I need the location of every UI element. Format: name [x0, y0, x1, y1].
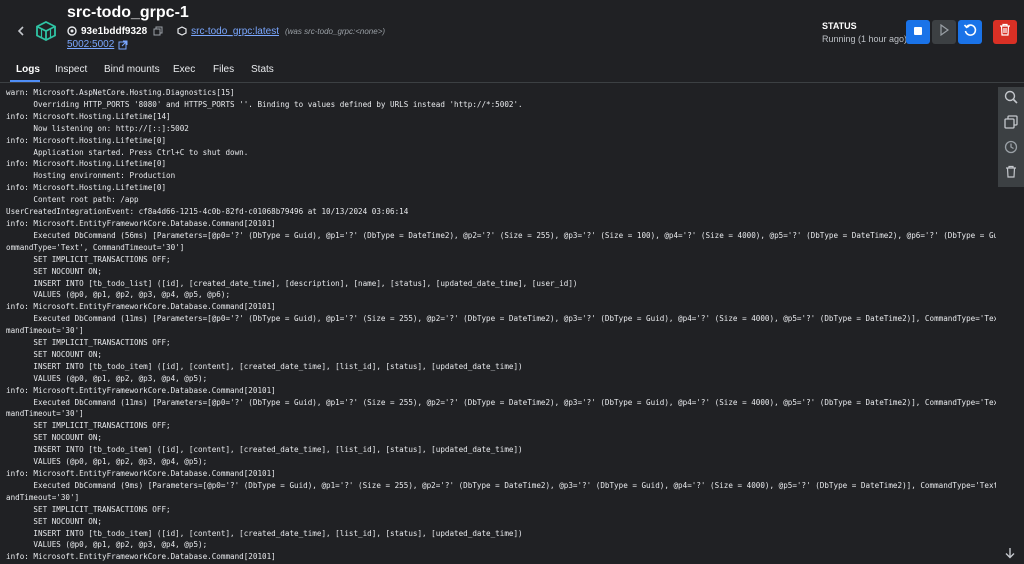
log-line: info: Microsoft.Hosting.Lifetime[0]	[6, 135, 167, 145]
external-link-icon[interactable]	[118, 40, 128, 50]
log-line: SET IMPLICIT_TRANSACTIONS OFF;	[6, 504, 171, 514]
log-line: warn: Microsoft.AspNetCore.Hosting.Diagn…	[6, 88, 235, 97]
log-line: mandTimeout='30']	[6, 409, 84, 419]
log-line: SET NOCOUNT ON;	[6, 433, 103, 443]
search-icon	[1004, 90, 1018, 109]
copy-logs-icon	[1004, 114, 1018, 134]
log-line: info: Microsoft.EntityFrameworkCore.Data…	[6, 218, 276, 228]
container-meta: 93e1bddf9328 src-todo_grpc:latest (was s…	[67, 24, 385, 38]
log-line: UserCreatedIntegrationEvent: cf8a4d66-12…	[6, 207, 409, 217]
log-line: VALUES (@p0, @p1, @p2, @p3, @p4, @p5);	[6, 373, 208, 383]
log-line: SET NOCOUNT ON;	[6, 266, 103, 276]
log-line: info: Microsoft.EntityFrameworkCore.Data…	[6, 469, 276, 478]
play-icon	[939, 23, 950, 41]
log-line: info: Microsoft.EntityFrameworkCore.Data…	[6, 552, 276, 562]
container-title: src-todo_grpc-1	[67, 4, 189, 21]
log-line: info: Microsoft.Hosting.Lifetime[0]	[6, 183, 167, 193]
image-link[interactable]: src-todo_grpc:latest	[191, 26, 279, 37]
stop-icon	[913, 23, 923, 41]
trash-icon	[999, 23, 1011, 41]
log-line: SET NOCOUNT ON;	[6, 349, 103, 359]
copy-icon[interactable]	[153, 26, 163, 36]
log-line: andTimeout='30']	[6, 492, 80, 502]
status-block: STATUS Running (1 hour ago)	[822, 21, 907, 44]
log-line: ommandType='Text', CommandTimeout='30']	[6, 242, 185, 252]
start-button[interactable]	[932, 20, 956, 44]
log-line: Content root path: /app	[6, 195, 139, 205]
log-line: Hosting environment: Production	[6, 171, 176, 181]
arrow-down-icon[interactable]	[1004, 546, 1016, 559]
log-line: info: Microsoft.Hosting.Lifetime[14]	[6, 111, 171, 121]
log-line: INSERT INTO [tb_todo_item] ([id], [conte…	[6, 445, 523, 455]
log-line: VALUES (@p0, @p1, @p2, @p3, @p4, @p5);	[6, 540, 208, 550]
status-label: STATUS	[822, 21, 857, 31]
log-line: SET IMPLICIT_TRANSACTIONS OFF;	[6, 338, 171, 348]
clock-icon	[1004, 140, 1018, 159]
tab-bind-mounts[interactable]: Bind mounts	[104, 64, 160, 75]
log-line: mandTimeout='30']	[6, 326, 84, 336]
log-line: INSERT INTO [tb_todo_item] ([id], [conte…	[6, 528, 523, 538]
stop-button[interactable]	[906, 20, 930, 44]
log-line: Executed DbCommand (11ms) [Parameters=[@…	[6, 397, 996, 407]
log-toolbar	[998, 87, 1024, 187]
search-logs-button[interactable]	[998, 87, 1024, 111]
tab-logs[interactable]: Logs	[16, 64, 40, 75]
container-header: src-todo_grpc-1 93e1bddf9328 src-todo_gr…	[0, 0, 1024, 58]
log-line: SET IMPLICIT_TRANSACTIONS OFF;	[6, 254, 171, 264]
log-line: Overriding HTTP_PORTS '8080' and HTTPS_P…	[6, 99, 523, 109]
image-icon	[177, 26, 187, 36]
port-row: 5002:5002	[67, 39, 128, 50]
delete-button[interactable]	[993, 20, 1017, 44]
restart-button[interactable]	[958, 20, 982, 44]
container-id-icon	[67, 26, 77, 36]
log-output[interactable]: warn: Microsoft.AspNetCore.Hosting.Diagn…	[6, 87, 996, 562]
log-line: Executed DbCommand (11ms) [Parameters=[@…	[6, 314, 996, 324]
log-line: VALUES (@p0, @p1, @p2, @p3, @p4, @p5, @p…	[6, 290, 231, 300]
log-line: SET IMPLICIT_TRANSACTIONS OFF;	[6, 421, 171, 431]
copy-logs-button[interactable]	[998, 112, 1024, 136]
active-tab-indicator	[10, 80, 40, 82]
log-line: Executed DbCommand (56ms) [Parameters=[@…	[6, 230, 996, 240]
log-line: INSERT INTO [tb_todo_item] ([id], [conte…	[6, 361, 523, 371]
tab-files[interactable]: Files	[213, 64, 234, 75]
clear-logs-button[interactable]	[998, 162, 1024, 186]
timestamps-button[interactable]	[998, 137, 1024, 161]
image-was: (was src-todo_grpc:<none>)	[284, 26, 386, 36]
tab-exec[interactable]: Exec	[173, 64, 195, 75]
container-cube-icon	[35, 20, 57, 42]
log-line: info: Microsoft.Hosting.Lifetime[0]	[6, 159, 167, 169]
container-id: 93e1bddf9328	[81, 25, 148, 37]
trash-icon	[1005, 165, 1017, 183]
log-line: Now listening on: http://[::]:5002	[6, 123, 189, 133]
log-line: VALUES (@p0, @p1, @p2, @p3, @p4, @p5);	[6, 457, 208, 467]
restart-icon	[963, 23, 977, 42]
tab-stats[interactable]: Stats	[251, 64, 274, 75]
tab-bar: Logs Inspect Bind mounts Exec Files Stat…	[0, 58, 1024, 83]
log-line: SET NOCOUNT ON;	[6, 516, 103, 526]
log-line: Application started. Press Ctrl+C to shu…	[6, 147, 249, 157]
tab-inspect[interactable]: Inspect	[55, 64, 87, 75]
log-line: info: Microsoft.EntityFrameworkCore.Data…	[6, 385, 276, 395]
log-line: info: Microsoft.EntityFrameworkCore.Data…	[6, 302, 276, 312]
log-line: INSERT INTO [tb_todo_list] ([id], [creat…	[6, 278, 578, 288]
log-line: Executed DbCommand (9ms) [Parameters=[@p…	[6, 480, 996, 490]
chevron-left-icon[interactable]	[14, 24, 28, 38]
status-value: Running (1 hour ago)	[822, 34, 908, 44]
port-link[interactable]: 5002:5002	[67, 39, 114, 50]
